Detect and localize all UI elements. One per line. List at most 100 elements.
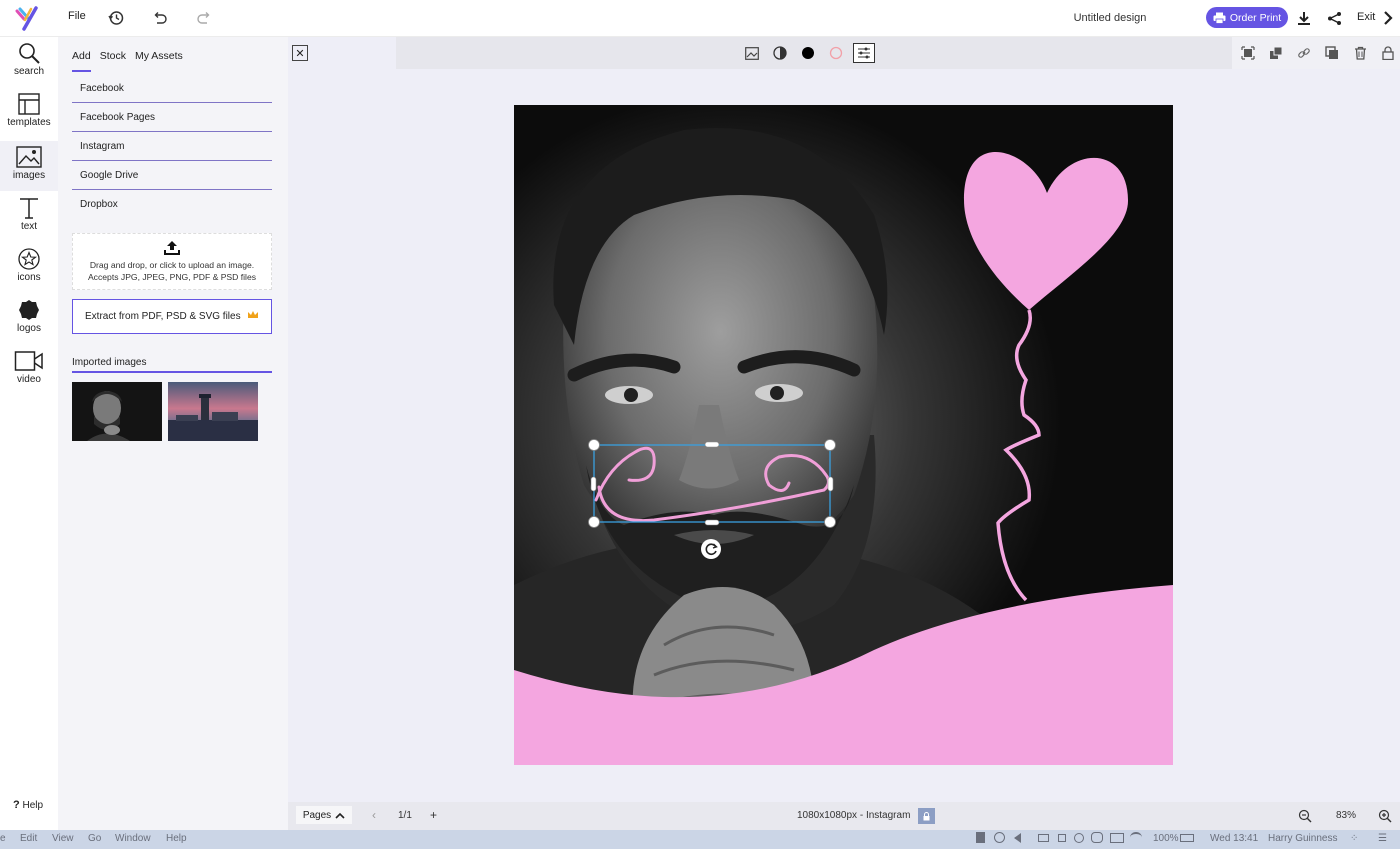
help-link[interactable]: ? Help [13, 799, 43, 811]
rail-label: templates [7, 117, 51, 128]
wifi-status-icon[interactable] [1130, 832, 1142, 843]
resize-handle-left[interactable] [590, 476, 597, 492]
spotlight-icon[interactable]: ⁘ [1350, 833, 1358, 844]
stroke-color-swatch[interactable] [827, 44, 845, 62]
battery-percent[interactable]: 100% [1153, 833, 1179, 844]
fill-color-swatch[interactable] [799, 44, 817, 62]
os-menu-go[interactable]: Go [88, 833, 101, 844]
close-icon[interactable]: ✕ [292, 45, 308, 61]
os-menu-help[interactable]: Help [166, 833, 187, 844]
panel-tabs: Add Stock My Assets [72, 50, 183, 72]
tab-add[interactable]: Add [72, 50, 91, 72]
element-tools [1232, 37, 1400, 69]
zoom-level[interactable]: 83% [1336, 810, 1356, 821]
rail-label: icons [17, 272, 41, 283]
rail-label: images [12, 170, 46, 181]
trash-icon[interactable] [1351, 44, 1369, 62]
image-icon [16, 146, 42, 168]
tab-my-assets[interactable]: My Assets [135, 50, 183, 72]
upload-dropzone[interactable]: Drag and drop, or click to upload an ima… [72, 233, 272, 290]
canvas-area: ✕ [288, 37, 1400, 802]
lock-icon[interactable] [1379, 44, 1397, 62]
os-menu-item[interactable]: e [0, 833, 6, 844]
page-counter: 1/1 [398, 810, 412, 821]
app-logo[interactable] [14, 5, 40, 31]
canvas-size-label[interactable]: 1080x1080px - Instagram [797, 810, 910, 821]
os-menu-view[interactable]: View [52, 833, 74, 844]
upload-text-2: Accepts JPG, JPEG, PNG, PDF & PSD files [87, 272, 257, 282]
contrast-icon[interactable] [771, 44, 789, 62]
resize-handle-right[interactable] [827, 476, 834, 492]
menu-extras-icon[interactable]: ☰ [1378, 833, 1387, 844]
imported-image-portrait[interactable] [72, 382, 162, 441]
templates-icon [18, 93, 40, 115]
lock-status-icon[interactable] [1058, 834, 1066, 842]
keyboard-status-icon[interactable] [1110, 833, 1124, 843]
bookmark-status-icon[interactable] [976, 832, 985, 843]
undo-icon[interactable] [150, 8, 170, 28]
design-canvas[interactable] [514, 105, 1173, 765]
pages-button[interactable]: Pages [296, 806, 352, 824]
source-list: Facebook Facebook Pages Instagram Google… [72, 74, 272, 219]
rail-item-search[interactable]: search [0, 41, 58, 89]
upload-icon [164, 241, 180, 255]
printer-icon [1213, 12, 1226, 24]
rail-item-logos[interactable]: logos [0, 298, 58, 346]
resize-handle-top-left[interactable] [588, 439, 600, 451]
os-menu-bar: e Edit View Go Window Help 100% Wed 13:4… [0, 830, 1400, 849]
exit-button[interactable]: Exit [1357, 11, 1375, 23]
tab-stock[interactable]: Stock [100, 50, 126, 72]
redo-icon[interactable] [194, 8, 214, 28]
zoom-in-icon[interactable] [1378, 809, 1392, 826]
position-icon[interactable] [1239, 44, 1257, 62]
resize-handle-bottom[interactable] [704, 519, 720, 526]
os-menu-window[interactable]: Window [115, 833, 151, 844]
link-icon[interactable] [1295, 44, 1313, 62]
layer-icon[interactable] [1267, 44, 1285, 62]
zoom-out-icon[interactable] [1298, 809, 1312, 826]
resize-handle-top-right[interactable] [824, 439, 836, 451]
extract-files-button[interactable]: Extract from PDF, PSD & SVG files [72, 299, 272, 334]
share-icon[interactable] [1324, 8, 1344, 28]
order-print-button[interactable]: Order Print [1206, 7, 1288, 28]
chevron-right-icon[interactable] [1378, 8, 1398, 28]
resize-handle-top[interactable] [704, 441, 720, 448]
source-dropbox[interactable]: Dropbox [72, 190, 272, 219]
user-name[interactable]: Harry Guinness [1268, 833, 1337, 844]
rail-item-text[interactable]: text [0, 196, 58, 244]
resize-lock-icon[interactable] [918, 808, 935, 824]
source-facebook-pages[interactable]: Facebook Pages [72, 103, 272, 132]
adjust-icon[interactable] [853, 43, 875, 63]
replace-image-icon[interactable] [743, 44, 761, 62]
user-status-icon[interactable] [1074, 833, 1084, 843]
images-panel: Add Stock My Assets Facebook Facebook Pa… [58, 37, 288, 830]
info-status-icon[interactable] [994, 832, 1005, 843]
rail-item-icons[interactable]: icons [0, 247, 58, 295]
rail-item-templates[interactable]: templates [0, 92, 58, 140]
design-title[interactable]: Untitled design [1060, 12, 1160, 24]
clock[interactable]: Wed 13:41 [1210, 833, 1258, 844]
resize-handle-bottom-left[interactable] [588, 516, 600, 528]
imported-image-lighthouse[interactable] [168, 382, 258, 441]
photo-pupil-right [770, 386, 784, 400]
rail-item-video[interactable]: video [0, 349, 58, 397]
add-page-button[interactable]: + [430, 808, 437, 822]
source-google-drive[interactable]: Google Drive [72, 161, 272, 190]
duplicate-icon[interactable] [1323, 44, 1341, 62]
volume-status-icon[interactable] [1014, 833, 1021, 843]
resize-handle-bottom-right[interactable] [824, 516, 836, 528]
history-icon[interactable] [106, 8, 126, 28]
os-menu-edit[interactable]: Edit [20, 833, 37, 844]
cloud-status-icon[interactable] [1091, 832, 1103, 843]
download-icon[interactable] [1294, 8, 1314, 28]
file-menu[interactable]: File [68, 10, 86, 22]
bottom-bar: Pages ‹ 1/1 + 1080x1080px - Instagram 83… [288, 802, 1400, 830]
crown-icon [248, 311, 258, 318]
prev-page-icon[interactable]: ‹ [372, 808, 376, 822]
display-status-icon[interactable] [1038, 834, 1049, 842]
rail-item-images[interactable]: images [0, 141, 58, 191]
source-facebook[interactable]: Facebook [72, 74, 272, 103]
badge-icon [19, 300, 39, 320]
rotate-icon[interactable] [701, 539, 721, 559]
source-instagram[interactable]: Instagram [72, 132, 272, 161]
